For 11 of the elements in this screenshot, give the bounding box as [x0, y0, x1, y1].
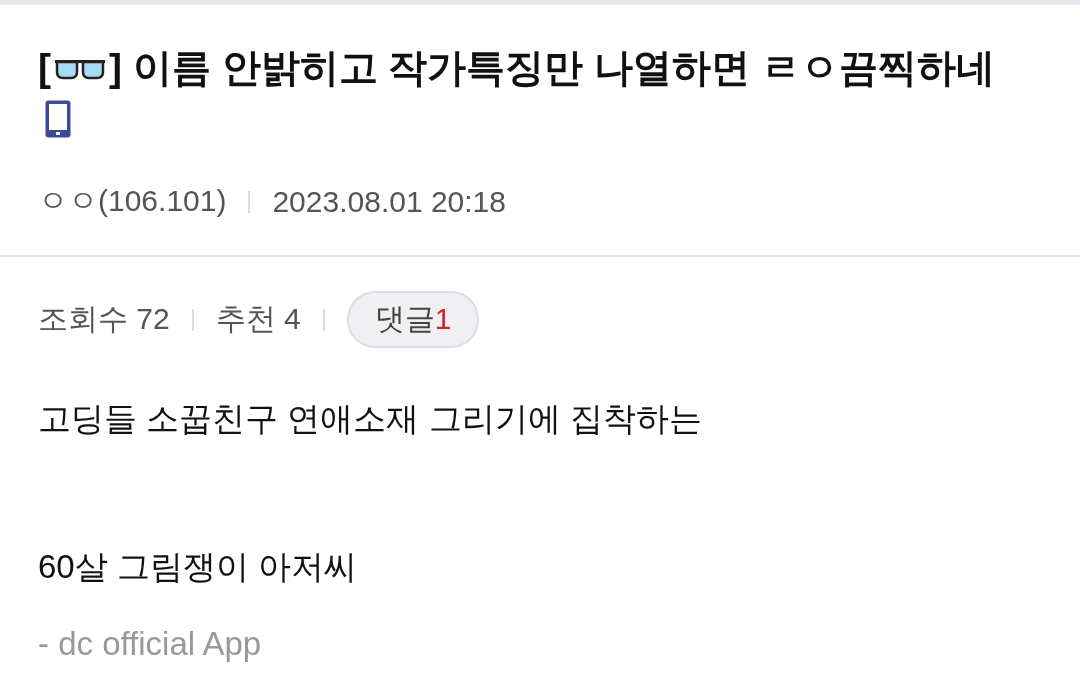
- body-text: 고딩들 소꿉친구 연애소재 그리기에 집착하는: [38, 399, 703, 439]
- phone-icon: [44, 99, 72, 139]
- post-date: 2023.08.01 20:18: [272, 184, 506, 219]
- signature-text: - dc official App: [38, 624, 263, 664]
- body-text: 60살 그림쟁이 아저씨: [38, 547, 359, 587]
- recommend-count: 추천 4: [215, 301, 301, 337]
- title-bracket: [: [38, 45, 51, 91]
- post-title: ] 이름 안밝히고 작가특징만 나열하면 ㄹㅇ끔찍하네: [109, 45, 996, 91]
- author-name: ㅇㅇ(106.101): [38, 183, 227, 219]
- comment-button[interactable]: 댓글1: [346, 291, 480, 348]
- view-count: 조회수 72: [38, 301, 170, 337]
